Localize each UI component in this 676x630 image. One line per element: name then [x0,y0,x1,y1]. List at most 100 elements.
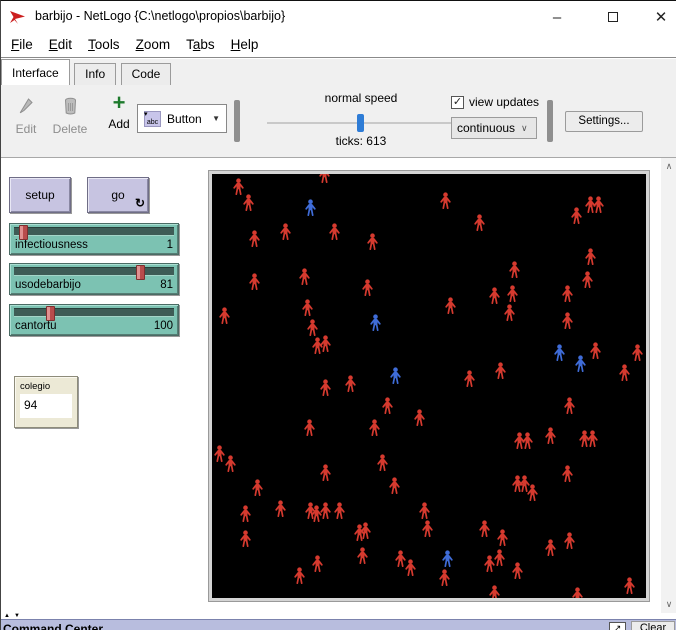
person-agent [275,500,286,517]
slider-label: infectiousness [15,239,88,251]
person-agent [240,505,251,522]
tab-code[interactable]: Code [121,63,172,85]
person-agent [320,502,331,519]
scroll-up-icon[interactable]: ∧ [661,161,676,172]
person-agent [494,549,505,566]
speed-slider-thumb[interactable] [357,114,364,132]
slider-infectiousness[interactable]: infectiousness 1 [9,223,179,255]
checkbox-checked-icon[interactable]: ✓ [451,96,464,109]
slider-value: 1 [167,239,173,251]
person-agent [439,569,450,586]
tab-info[interactable]: Info [74,63,116,85]
ticks-counter: ticks: 613 [263,134,459,148]
popout-arrow-icon: ↗ [614,623,622,630]
window-title: barbijo - NetLogo {C:\netlogo\propios\ba… [35,9,285,23]
menu-tabs[interactable]: Tabs [178,33,223,52]
monitor-colegio: colegio 94 [14,376,78,428]
settings-label: Settings... [578,115,629,127]
slider-thumb[interactable] [46,306,55,321]
add-tool-button[interactable]: + Add [99,93,139,131]
person-agent [479,520,490,537]
person-agent [554,344,565,361]
person-agent [507,285,518,302]
person-agent [294,567,305,584]
command-center-bar: Command Center ↗ Clear [1,619,676,630]
minimize-button[interactable]: – [537,1,577,33]
person-agent [219,307,230,324]
person-agent [624,577,635,594]
slider-thumb[interactable] [136,265,145,280]
slider-thumb[interactable] [19,225,28,240]
person-agent [571,207,582,224]
title-bar: barbijo - NetLogo {C:\netlogo\propios\ba… [1,1,676,33]
view-updates-label: view updates [469,95,539,109]
go-button[interactable]: go ↻ [87,177,149,213]
person-agent [249,230,260,247]
speed-slider-group: normal speed ticks: 613 [263,91,459,153]
person-agent [632,344,643,361]
clear-button[interactable]: Clear [631,621,675,630]
person-agent [233,178,244,195]
plus-icon: + [113,90,126,115]
close-button[interactable]: ✕ [641,1,676,33]
person-agent [307,319,318,336]
widget-type-value: Button [167,112,202,126]
go-button-label: go [111,188,124,202]
popout-button[interactable]: ↗ [609,622,626,630]
person-agent [572,587,583,599]
update-mode-dropdown[interactable]: continuous ∨ [451,117,537,139]
person-agent [362,279,373,296]
slider-track [14,267,174,276]
menu-help[interactable]: Help [223,33,267,52]
delete-tool-button[interactable]: Delete [47,97,93,136]
maximize-icon [608,12,618,22]
person-agent [445,297,456,314]
view-updates-checkbox-row[interactable]: ✓ view updates [451,95,543,109]
setup-button[interactable]: setup [9,177,71,213]
person-agent [593,196,604,213]
person-agent [302,299,313,316]
forever-icon: ↻ [135,196,145,210]
person-agent [214,445,225,462]
tab-interface[interactable]: Interface [1,59,70,85]
person-agent [545,539,556,556]
menu-file[interactable]: File [3,33,41,52]
person-agent [564,397,575,414]
slider-cantortu[interactable]: cantortu 100 [9,304,179,336]
update-mode-value: continuous [457,121,515,135]
person-agent [370,314,381,331]
clear-button-label: Clear [640,622,666,630]
scroll-down-icon[interactable]: ∨ [661,599,676,610]
menu-bar: FileEditToolsZoomTabsHelp [1,33,676,58]
menu-edit[interactable]: Edit [41,33,80,52]
dropdown-arrow-icon: ▼ [212,114,220,123]
person-agent [414,409,425,426]
person-agent [587,430,598,447]
person-agent [562,312,573,329]
person-agent [252,479,263,496]
edit-tool-button[interactable]: Edit [7,97,45,136]
slider-usodebarbijo[interactable]: usodebarbijo 81 [9,263,179,295]
maximize-button[interactable] [593,1,633,33]
person-agent [357,547,368,564]
person-agent [345,375,356,392]
person-agent [225,455,236,472]
speed-slider[interactable] [263,114,459,132]
person-agent [440,192,451,209]
settings-button[interactable]: Settings... [565,111,643,132]
person-agent [367,233,378,250]
menu-zoom[interactable]: Zoom [128,33,179,52]
person-agent [512,562,523,579]
view-updates-group: ✓ view updates continuous ∨ [451,95,543,139]
pencil-icon [18,97,34,115]
person-agent [280,223,291,240]
widget-type-dropdown[interactable]: ▾ abc Button ▼ [137,104,227,133]
person-agent [504,304,515,321]
world-view[interactable] [209,171,649,601]
person-agent [497,529,508,546]
person-agent [389,477,400,494]
menu-tools[interactable]: Tools [80,33,128,52]
slider-value: 81 [160,279,173,291]
person-agent [334,502,345,519]
vertical-scrollbar[interactable]: ∧ ∨ [661,158,676,613]
